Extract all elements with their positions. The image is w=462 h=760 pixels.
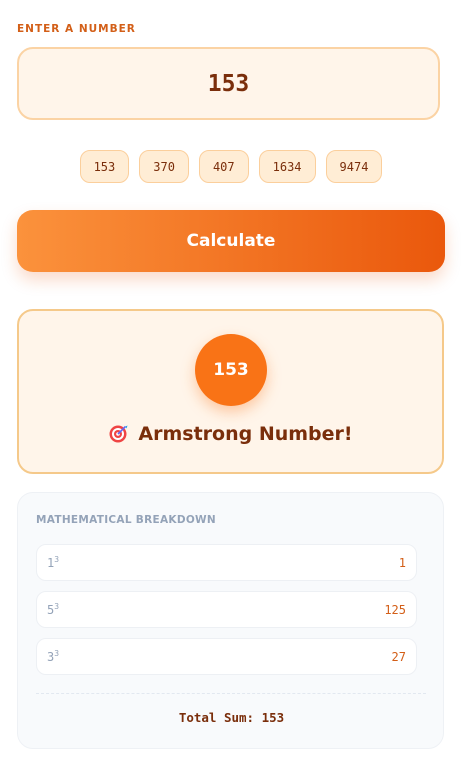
breakdown-term: 53 [47, 602, 60, 617]
breakdown-row: 53 125 [36, 591, 417, 628]
breakdown-row: 13 1 [36, 544, 417, 581]
number-input[interactable] [17, 47, 440, 120]
verdict-text: Armstrong Number! [138, 423, 353, 445]
preset-chip-370[interactable]: 370 [139, 150, 189, 183]
breakdown-term: 13 [47, 555, 60, 570]
breakdown-value: 1 [398, 555, 406, 570]
result-number-badge: 153 [195, 334, 267, 406]
breakdown-title: MATHEMATICAL BREAKDOWN [36, 514, 217, 526]
breakdown-divider [36, 693, 426, 694]
preset-chip-1634[interactable]: 1634 [258, 150, 316, 183]
breakdown-term: 33 [47, 649, 60, 664]
number-input-label: ENTER A NUMBER [17, 23, 136, 35]
preset-chip-9474[interactable]: 9474 [325, 150, 383, 183]
target-dart-icon [108, 424, 128, 444]
math-breakdown-panel: MATHEMATICAL BREAKDOWN 13 1 53 125 33 27… [17, 492, 444, 749]
breakdown-value: 27 [391, 649, 406, 664]
result-verdict: Armstrong Number! [19, 423, 442, 445]
breakdown-row: 33 27 [36, 638, 417, 675]
total-sum: Total Sum: 153 [178, 710, 285, 725]
preset-chip-153[interactable]: 153 [79, 150, 130, 183]
preset-chips: 153 370 407 1634 9474 [0, 150, 462, 183]
breakdown-value: 125 [384, 602, 406, 617]
result-card: 153 Armstrong Number! [17, 309, 444, 474]
preset-chip-407[interactable]: 407 [198, 150, 249, 183]
calculate-button[interactable]: Calculate [17, 210, 445, 272]
